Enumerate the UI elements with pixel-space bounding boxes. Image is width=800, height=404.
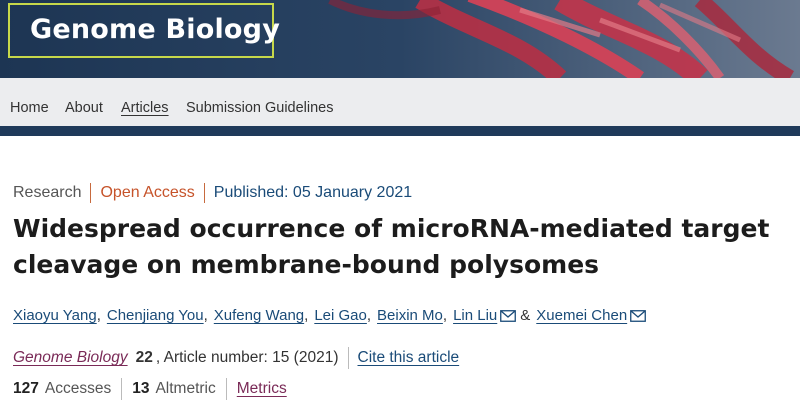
citation-line: Genome Biology 22 , Article number: 15 (… bbox=[13, 347, 459, 369]
site-header-banner: Genome Biology bbox=[0, 0, 800, 78]
accesses-label: Accesses bbox=[44, 380, 112, 397]
metrics-link[interactable]: Metrics bbox=[237, 380, 287, 398]
mail-icon[interactable] bbox=[630, 309, 647, 322]
article-type: Research bbox=[13, 184, 82, 201]
mail-icon[interactable] bbox=[500, 309, 517, 322]
altmetric-label: Altmetric bbox=[155, 380, 216, 397]
altmetric-count: 13 bbox=[132, 380, 150, 397]
divider bbox=[225, 378, 227, 400]
divider bbox=[347, 347, 349, 369]
divider bbox=[203, 183, 205, 203]
published-date: Published: 05 January 2021 bbox=[213, 184, 413, 201]
main-nav: Home About Articles Submission Guideline… bbox=[0, 78, 800, 136]
article-title: Widespread occurrence of microRNA-mediat… bbox=[13, 214, 770, 279]
volume: 22 bbox=[135, 349, 153, 366]
author-link[interactable]: Beixin Mo bbox=[377, 307, 443, 324]
author-link[interactable]: Xufeng Wang bbox=[214, 307, 304, 324]
author-link[interactable]: Chenjiang You bbox=[107, 307, 204, 324]
author-link[interactable]: Lei Gao bbox=[314, 307, 367, 324]
nav-home[interactable]: Home bbox=[10, 100, 49, 116]
nav-about[interactable]: About bbox=[65, 100, 103, 116]
article-meta: Research Open Access Published: 05 Janua… bbox=[13, 183, 412, 203]
open-access-badge: Open Access bbox=[100, 184, 195, 201]
divider bbox=[90, 183, 92, 203]
metrics-line: 127 Accesses 13 Altmetric Metrics bbox=[13, 378, 287, 400]
author-list: Xiaoyu Yang, Chenjiang You, Xufeng Wang,… bbox=[13, 307, 650, 324]
journal-link[interactable]: Genome Biology bbox=[13, 349, 128, 367]
article-number: , Article number: 15 (2021) bbox=[155, 349, 339, 366]
accesses-count: 127 bbox=[13, 380, 39, 397]
site-logo[interactable]: Genome Biology bbox=[30, 14, 280, 45]
author-link[interactable]: Xuemei Chen bbox=[536, 307, 627, 324]
cite-this-article-link[interactable]: Cite this article bbox=[358, 349, 460, 367]
author-link[interactable]: Lin Liu bbox=[453, 307, 497, 324]
nav-submission-guidelines[interactable]: Submission Guidelines bbox=[186, 100, 334, 116]
author-link[interactable]: Xiaoyu Yang bbox=[13, 307, 97, 324]
divider bbox=[121, 378, 123, 400]
nav-articles[interactable]: Articles bbox=[121, 100, 169, 116]
